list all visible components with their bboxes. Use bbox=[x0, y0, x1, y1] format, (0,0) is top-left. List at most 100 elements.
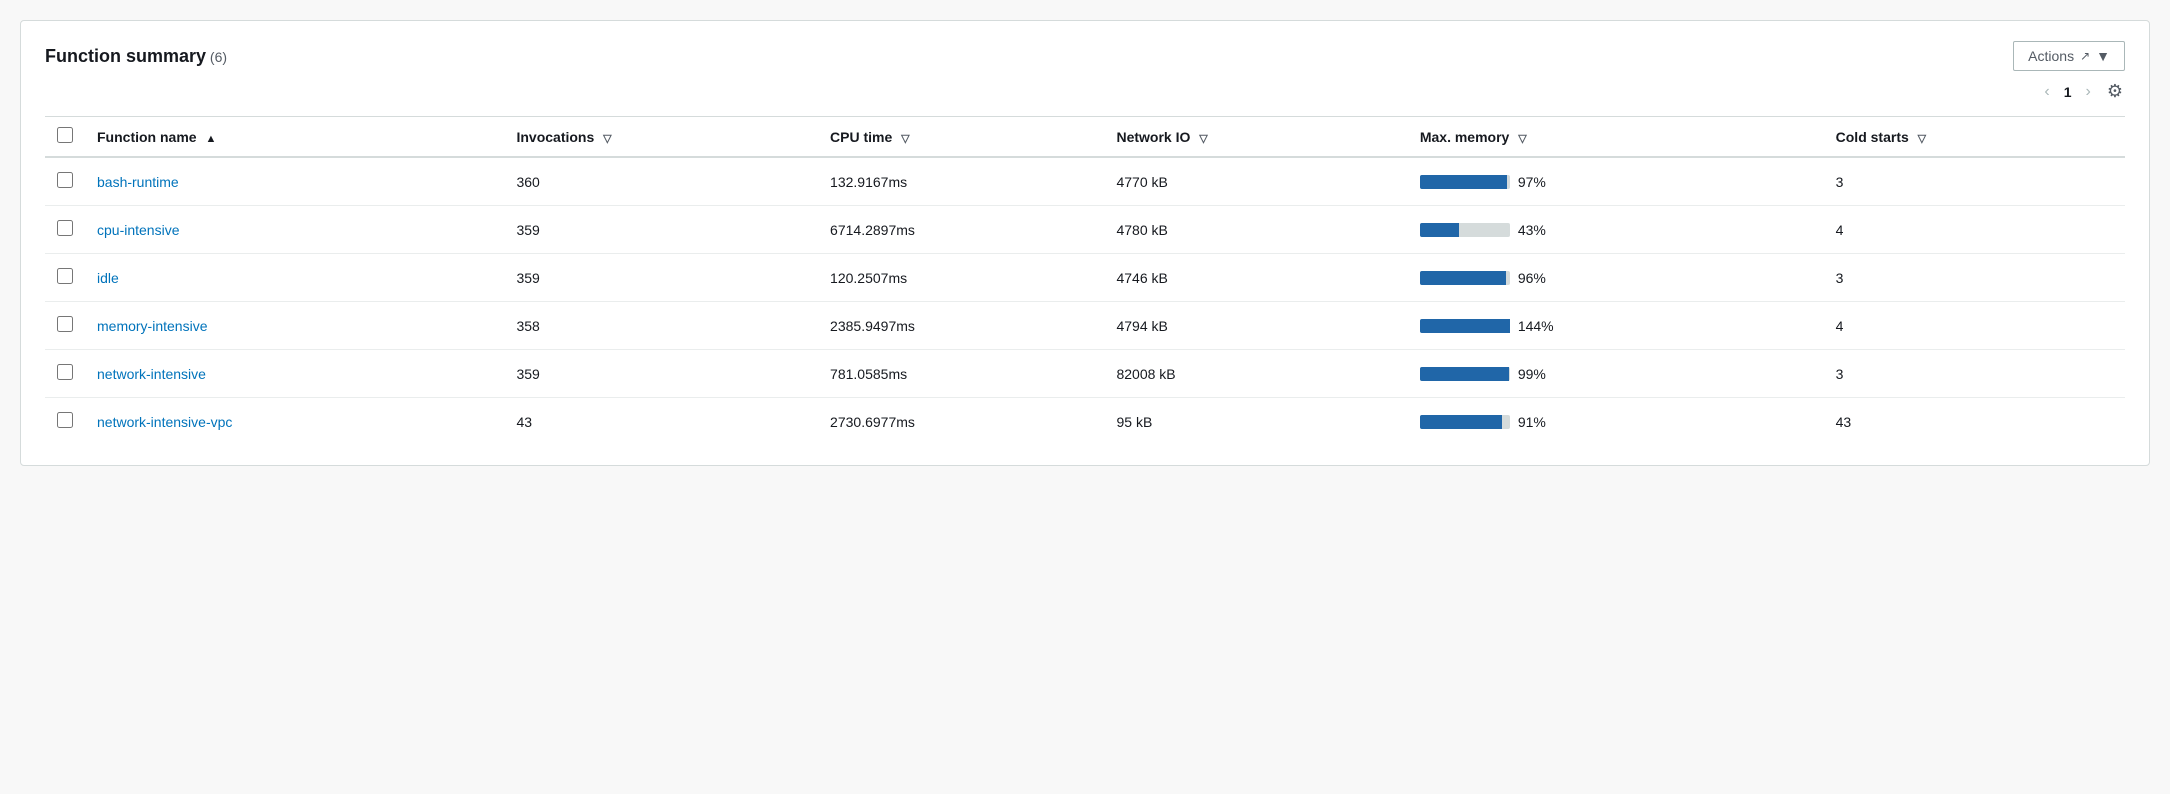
row-network-io: 4770 kB bbox=[1104, 157, 1407, 206]
sort-desc-icon-network: ▽ bbox=[1199, 133, 1207, 145]
row-fn-name: network-intensive bbox=[85, 350, 504, 398]
col-header-max-memory[interactable]: Max. memory ▽ bbox=[1408, 117, 1824, 158]
sort-desc-icon-cpu: ▽ bbox=[901, 133, 909, 145]
row-checkbox-cell bbox=[45, 302, 85, 350]
col-header-invocations[interactable]: Invocations ▽ bbox=[504, 117, 818, 158]
chevron-down-icon: ▼ bbox=[2096, 48, 2110, 64]
row-network-io: 82008 kB bbox=[1104, 350, 1407, 398]
sort-desc-icon-memory: ▽ bbox=[1518, 133, 1526, 145]
row-checkbox-cell bbox=[45, 157, 85, 206]
row-fn-name: idle bbox=[85, 254, 504, 302]
row-checkbox[interactable] bbox=[57, 412, 73, 428]
sort-desc-icon-invocations: ▽ bbox=[603, 133, 611, 145]
row-cpu-time: 2730.6977ms bbox=[818, 398, 1104, 446]
row-checkbox-cell bbox=[45, 254, 85, 302]
memory-bar-fill bbox=[1420, 223, 1459, 237]
col-label-max-memory: Max. memory bbox=[1420, 129, 1509, 145]
col-label-invocations: Invocations bbox=[516, 129, 594, 145]
row-network-io: 4746 kB bbox=[1104, 254, 1407, 302]
fn-link[interactable]: network-intensive-vpc bbox=[97, 414, 232, 430]
row-cold-starts: 4 bbox=[1824, 206, 2125, 254]
col-header-network-io[interactable]: Network IO ▽ bbox=[1104, 117, 1407, 158]
col-header-function-name[interactable]: Function name ▲ bbox=[85, 117, 504, 158]
table-row: memory-intensive 3582385.9497ms4794 kB 144… bbox=[45, 302, 2125, 350]
pagination-row: ‹ 1 › ⚙ bbox=[45, 79, 2125, 104]
next-page-button[interactable]: › bbox=[2080, 81, 2097, 103]
memory-pct-label: 97% bbox=[1518, 174, 1554, 190]
memory-bar-bg bbox=[1420, 271, 1510, 285]
table-row: idle359120.2507ms4746 kB96%3 bbox=[45, 254, 2125, 302]
row-cpu-time: 120.2507ms bbox=[818, 254, 1104, 302]
select-all-header[interactable] bbox=[45, 117, 85, 158]
fn-link[interactable]: memory-intensive bbox=[97, 318, 207, 334]
row-invocations: 358 bbox=[504, 302, 818, 350]
row-invocations: 360 bbox=[504, 157, 818, 206]
table-row: cpu-intensive 3596714.2897ms4780 kB 43% 4 bbox=[45, 206, 2125, 254]
memory-pct-label: 43% bbox=[1518, 222, 1554, 238]
title-text: Function summary bbox=[45, 46, 206, 66]
row-network-io: 4780 kB bbox=[1104, 206, 1407, 254]
row-network-io: 4794 kB bbox=[1104, 302, 1407, 350]
memory-bar-bg bbox=[1420, 223, 1510, 237]
memory-bar-bg bbox=[1420, 415, 1510, 429]
external-link-icon: ↗ bbox=[2080, 49, 2090, 63]
row-cpu-time: 781.0585ms bbox=[818, 350, 1104, 398]
actions-button[interactable]: Actions ↗ ▼ bbox=[2013, 41, 2125, 71]
row-invocations: 359 bbox=[504, 254, 818, 302]
memory-bar-bg bbox=[1420, 367, 1510, 381]
row-checkbox[interactable] bbox=[57, 316, 73, 332]
col-header-cold-starts[interactable]: Cold starts ▽ bbox=[1824, 117, 2125, 158]
row-checkbox[interactable] bbox=[57, 220, 73, 236]
row-max-memory: 97% bbox=[1408, 157, 1824, 206]
row-cold-starts: 4 bbox=[1824, 302, 2125, 350]
row-cpu-time: 2385.9497ms bbox=[818, 302, 1104, 350]
table-row: network-intensive 359781.0585ms82008 kB 99… bbox=[45, 350, 2125, 398]
row-checkbox-cell bbox=[45, 398, 85, 446]
row-checkbox[interactable] bbox=[57, 364, 73, 380]
memory-bar-bg bbox=[1420, 319, 1510, 333]
row-checkbox[interactable] bbox=[57, 172, 73, 188]
memory-bar-fill bbox=[1420, 175, 1507, 189]
fn-link[interactable]: bash-runtime bbox=[97, 174, 179, 190]
table-row: bash-runtime360132.9167ms4770 kB97%3 bbox=[45, 157, 2125, 206]
fn-link[interactable]: cpu-intensive bbox=[97, 222, 180, 238]
settings-button[interactable]: ⚙ bbox=[2105, 79, 2125, 104]
row-fn-name: bash-runtime bbox=[85, 157, 504, 206]
row-checkbox[interactable] bbox=[57, 268, 73, 284]
memory-bar-fill bbox=[1420, 271, 1506, 285]
col-header-cpu-time[interactable]: CPU time ▽ bbox=[818, 117, 1104, 158]
row-cpu-time: 132.9167ms bbox=[818, 157, 1104, 206]
row-invocations: 359 bbox=[504, 206, 818, 254]
fn-link[interactable]: idle bbox=[97, 270, 119, 286]
panel-title: Function summary (6) bbox=[45, 46, 227, 67]
select-all-checkbox[interactable] bbox=[57, 127, 73, 143]
row-invocations: 359 bbox=[504, 350, 818, 398]
memory-pct-label: 99% bbox=[1518, 366, 1554, 382]
sort-asc-icon: ▲ bbox=[205, 133, 216, 145]
row-max-memory: 96% bbox=[1408, 254, 1824, 302]
memory-pct-label: 144% bbox=[1518, 318, 1554, 334]
table-row: network-intensive-vpc432730.6977ms95 kB9… bbox=[45, 398, 2125, 446]
memory-bar-fill bbox=[1420, 319, 1510, 333]
col-label-cold-starts: Cold starts bbox=[1836, 129, 1909, 145]
row-max-memory: 91% bbox=[1408, 398, 1824, 446]
row-max-memory: 144% bbox=[1408, 302, 1824, 350]
row-fn-name: memory-intensive bbox=[85, 302, 504, 350]
memory-pct-label: 96% bbox=[1518, 270, 1554, 286]
table-body: bash-runtime 360132.9167ms4770 kB 97% 3 cpu-… bbox=[45, 157, 2125, 445]
fn-link[interactable]: network-intensive bbox=[97, 366, 206, 382]
prev-page-button[interactable]: ‹ bbox=[2038, 81, 2055, 103]
row-cpu-time: 6714.2897ms bbox=[818, 206, 1104, 254]
col-label-cpu-time: CPU time bbox=[830, 129, 892, 145]
row-fn-name: network-intensive-vpc bbox=[85, 398, 504, 446]
panel-header: Function summary (6) Actions ↗ ▼ bbox=[45, 41, 2125, 71]
title-count: (6) bbox=[210, 49, 227, 65]
function-summary-panel: Function summary (6) Actions ↗ ▼ ‹ 1 › ⚙… bbox=[20, 20, 2150, 466]
row-max-memory: 43% bbox=[1408, 206, 1824, 254]
function-table: Function name ▲ Invocations ▽ CPU time ▽… bbox=[45, 116, 2125, 445]
memory-bar-fill bbox=[1420, 415, 1502, 429]
row-max-memory: 99% bbox=[1408, 350, 1824, 398]
row-cold-starts: 3 bbox=[1824, 350, 2125, 398]
sort-desc-icon-cold: ▽ bbox=[1918, 133, 1926, 145]
col-label-function-name: Function name bbox=[97, 129, 197, 145]
